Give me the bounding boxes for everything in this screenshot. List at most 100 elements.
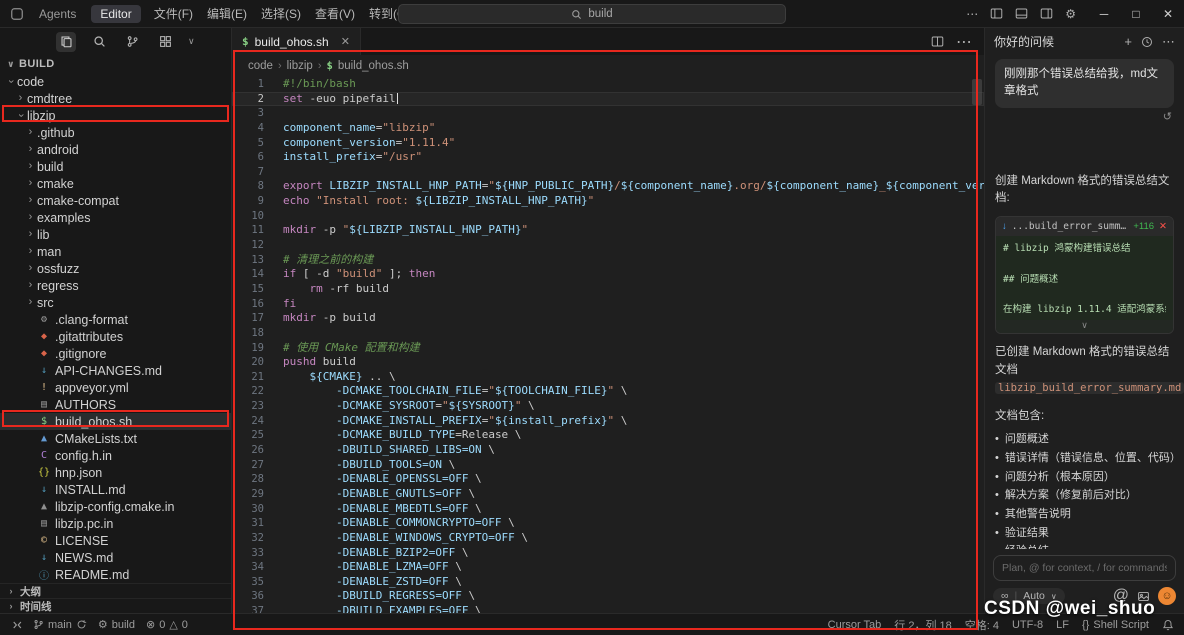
mode-tab-editor[interactable]: Editor: [91, 4, 141, 23]
code-line-18[interactable]: 18: [232, 326, 984, 341]
git-branch-status[interactable]: main: [33, 619, 87, 631]
code-line-5[interactable]: 5 component_version="1.11.4": [232, 136, 984, 151]
user-avatar[interactable]: ☺: [1158, 587, 1176, 605]
new-chat-icon[interactable]: +: [1124, 34, 1132, 49]
code-line-35[interactable]: 35 -DENABLE_ZSTD=OFF \: [232, 575, 984, 590]
code-editor[interactable]: 1 #!/bin/bash 2 set -euo pipefail 3 4 componen…: [232, 77, 984, 613]
code-line-17[interactable]: 17 mkdir -p build: [232, 311, 984, 326]
tree-item-android[interactable]: › android: [0, 141, 231, 158]
language-mode-status[interactable]: {} Shell Script: [1082, 619, 1149, 631]
tree-item-hnp.json[interactable]: {} hnp.json: [0, 464, 231, 481]
file-change-card[interactable]: ↓ ...build_error_summary.md +116 ✕ # lib…: [995, 216, 1174, 335]
code-line-20[interactable]: 20 pushd build: [232, 355, 984, 370]
menu-F[interactable]: 文件(F): [147, 3, 200, 24]
layout-secondary-sidebar-icon[interactable]: [1040, 7, 1053, 20]
tree-item-libzip[interactable]: › libzip: [0, 107, 231, 124]
breadcrumb-item-libzip[interactable]: libzip: [287, 60, 313, 72]
editor-more-icon[interactable]: ⋯: [956, 32, 972, 52]
code-line-27[interactable]: 27 -DBUILD_TOOLS=ON \: [232, 458, 984, 473]
code-line-15[interactable]: 15 rm -rf build: [232, 282, 984, 297]
encoding-status[interactable]: UTF-8: [1012, 619, 1043, 631]
code-line-8[interactable]: 8 export LIBZIP_INSTALL_HNP_PATH="${HNP_P…: [232, 179, 984, 194]
tree-item-NEWS.md[interactable]: ↓ NEWS.md: [0, 549, 231, 566]
sidebar-search-icon[interactable]: [89, 32, 109, 52]
tree-item-libzip-config.cmake.in[interactable]: ▲ libzip-config.cmake.in: [0, 498, 231, 515]
code-line-37[interactable]: 37 -DBUILD_EXAMPLES=OFF \: [232, 604, 984, 613]
notifications-bell-icon[interactable]: [1162, 619, 1174, 631]
code-line-32[interactable]: 32 -DENABLE_WINDOWS_CRYPTO=OFF \: [232, 531, 984, 546]
code-line-34[interactable]: 34 -DENABLE_LZMA=OFF \: [232, 560, 984, 575]
menu-E[interactable]: 编辑(E): [200, 3, 254, 24]
cursor-tab-status[interactable]: Cursor Tab: [828, 619, 882, 631]
code-line-6[interactable]: 6 install_prefix="/usr": [232, 150, 984, 165]
tree-item-regress[interactable]: › regress: [0, 277, 231, 294]
tree-item-cmake-compat[interactable]: › cmake-compat: [0, 192, 231, 209]
titlebar-more-icon[interactable]: ⋯: [966, 7, 978, 21]
split-editor-icon[interactable]: [931, 35, 944, 48]
tree-item-ossfuzz[interactable]: › ossfuzz: [0, 260, 231, 277]
tree-item-INSTALL.md[interactable]: ↓ INSTALL.md: [0, 481, 231, 498]
tree-item-examples[interactable]: › examples: [0, 209, 231, 226]
eol-status[interactable]: LF: [1056, 619, 1069, 631]
code-line-21[interactable]: 21 ${CMAKE} .. \: [232, 370, 984, 385]
source-control-icon[interactable]: [122, 32, 142, 52]
tree-item-man[interactable]: › man: [0, 243, 231, 260]
file-card-close-icon[interactable]: ✕: [1159, 221, 1167, 232]
code-line-28[interactable]: 28 -DENABLE_OPENSSL=OFF \: [232, 472, 984, 487]
code-line-19[interactable]: 19 # 使用 CMake 配置和构建: [232, 341, 984, 356]
editor-scrollbar[interactable]: [972, 79, 982, 105]
chat-more-icon[interactable]: ⋯: [1162, 34, 1175, 50]
code-line-33[interactable]: 33 -DENABLE_BZIP2=OFF \: [232, 546, 984, 561]
code-line-25[interactable]: 25 -DCMAKE_BUILD_TYPE=Release \: [232, 428, 984, 443]
tree-item-.github[interactable]: › .github: [0, 124, 231, 141]
tree-item-.clang-format[interactable]: ⚙ .clang-format: [0, 311, 231, 328]
code-line-7[interactable]: 7: [232, 165, 984, 180]
history-clock-icon[interactable]: [1141, 36, 1153, 48]
code-line-3[interactable]: 3: [232, 106, 984, 121]
problems-status[interactable]: ⊗ 0 △ 0: [146, 618, 188, 632]
chat-input-box[interactable]: [993, 555, 1176, 581]
settings-gear-icon[interactable]: ⚙: [1065, 7, 1076, 21]
menu-V[interactable]: 查看(V): [308, 3, 362, 24]
chat-input-field[interactable]: [1002, 562, 1167, 574]
tree-item-appveyor.yml[interactable]: ! appveyor.yml: [0, 379, 231, 396]
code-line-29[interactable]: 29 -DENABLE_GNUTLS=OFF \: [232, 487, 984, 502]
layout-panel-icon[interactable]: [1015, 7, 1028, 20]
cursor-position-status[interactable]: 行 2，列 18: [894, 617, 951, 633]
tree-item-lib[interactable]: › lib: [0, 226, 231, 243]
code-line-22[interactable]: 22 -DCMAKE_TOOLCHAIN_FILE="${TOOLCHAIN_F…: [232, 384, 984, 399]
file-card-expand-chevron-icon[interactable]: ∨: [996, 320, 1173, 334]
code-line-10[interactable]: 10: [232, 209, 984, 224]
tree-item-config.h.in[interactable]: Cconfig.h.in: [0, 447, 231, 464]
code-line-36[interactable]: 36 -DBUILD_REGRESS=OFF \: [232, 589, 984, 604]
code-line-30[interactable]: 30 -DENABLE_MBEDTLS=OFF \: [232, 502, 984, 517]
tree-item-src[interactable]: › src: [0, 294, 231, 311]
code-line-24[interactable]: 24 -DCMAKE_INSTALL_PREFIX="${install_pre…: [232, 414, 984, 429]
sidebar-section-大纲[interactable]: › 大纲: [0, 583, 231, 598]
tree-item-LICENSE[interactable]: © LICENSE: [0, 532, 231, 549]
build-task-button[interactable]: ⚙ build: [98, 618, 135, 632]
tree-item-cmdtree[interactable]: › cmdtree: [0, 90, 231, 107]
layout-sidebar-icon[interactable]: [990, 7, 1003, 20]
tree-item-libzip.pc.in[interactable]: ▤ libzip.pc.in: [0, 515, 231, 532]
tab-build-ohos-sh[interactable]: $ build_ohos.sh ✕: [232, 28, 361, 55]
explorer-section-header[interactable]: ∨ BUILD: [0, 55, 231, 73]
mode-tab-agents[interactable]: Agents: [30, 5, 85, 23]
window-maximize-button[interactable]: □: [1120, 0, 1152, 28]
tree-item-build[interactable]: › build: [0, 158, 231, 175]
code-line-11[interactable]: 11 mkdir -p "${LIBZIP_INSTALL_HNP_PATH}": [232, 223, 984, 238]
sidebar-more-chevron-icon[interactable]: ∨: [188, 36, 198, 47]
code-line-9[interactable]: 9 echo "Install root: ${LIBZIP_INSTALL_HN…: [232, 194, 984, 209]
result-filename-chip[interactable]: libzip_build_error_summary.md: [995, 381, 1184, 394]
sidebar-section-时间线[interactable]: › 时间线: [0, 598, 231, 613]
tree-item-README.md[interactable]: ⓘ README.md: [0, 566, 231, 583]
breadcrumb-item-code[interactable]: code: [248, 60, 273, 72]
tree-item-CMakeLists.txt[interactable]: ▲ CMakeLists.txt: [0, 430, 231, 447]
code-line-16[interactable]: 16 fi: [232, 297, 984, 312]
code-line-4[interactable]: 4 component_name="libzip": [232, 121, 984, 136]
window-close-button[interactable]: ✕: [1152, 0, 1184, 28]
tree-item-API-CHANGES.md[interactable]: ↓ API-CHANGES.md: [0, 362, 231, 379]
tree-item-.gitattributes[interactable]: ◆ .gitattributes: [0, 328, 231, 345]
window-minimize-button[interactable]: ─: [1088, 0, 1120, 28]
code-line-2[interactable]: 2 set -euo pipefail: [232, 91, 984, 107]
